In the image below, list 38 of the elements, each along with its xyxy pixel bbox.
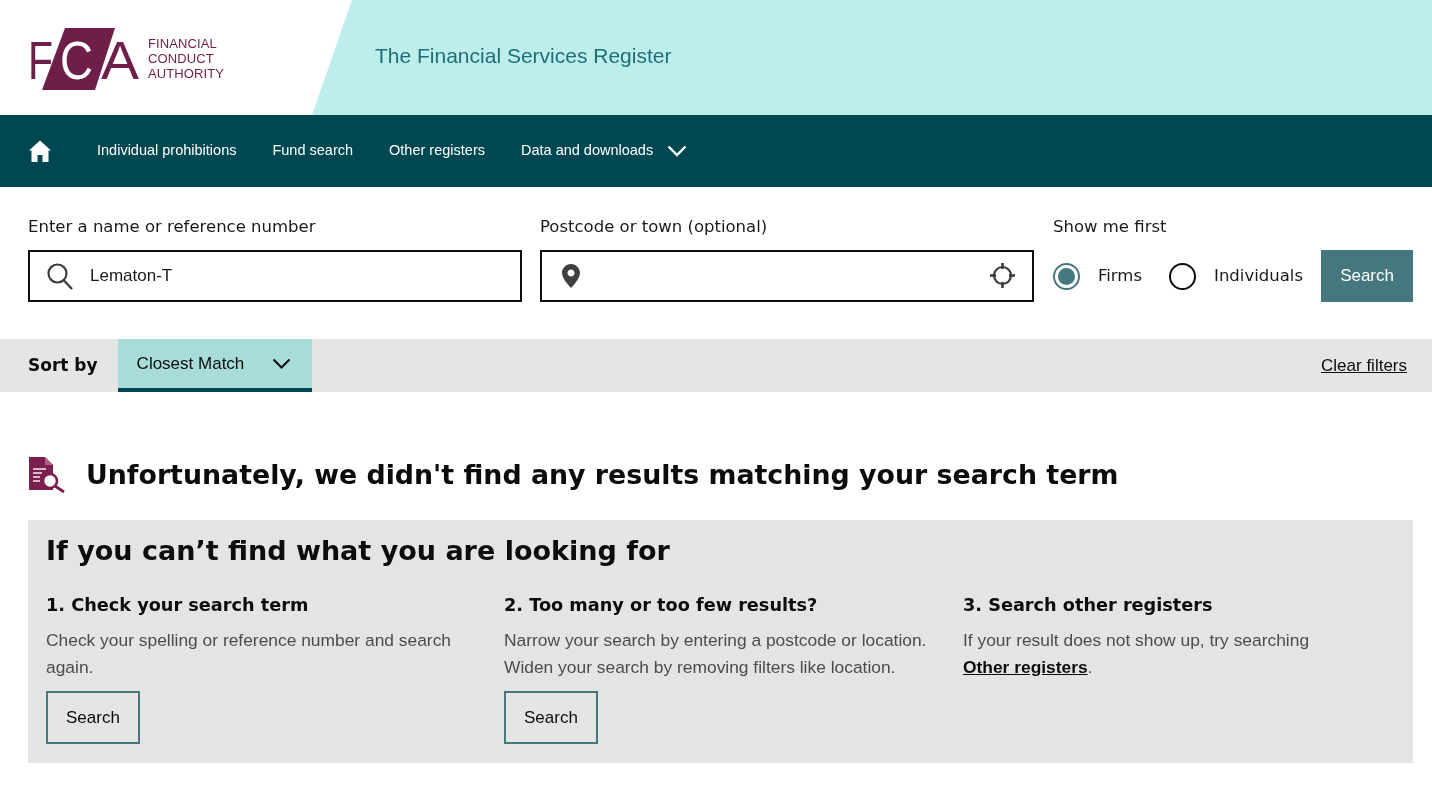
location-field[interactable]: [540, 250, 1034, 302]
field-label: Postcode or town (optional): [540, 216, 768, 238]
fca-logo: FCA: [28, 27, 141, 90]
search-button[interactable]: Search: [1321, 250, 1413, 302]
logo-wordmark: FINANCIAL CONDUCT AUTHORITY: [148, 36, 225, 81]
other-registers-link[interactable]: Other registers: [963, 657, 1088, 677]
help-text: Check your spelling or reference number and search again.: [46, 629, 453, 679]
help-heading: 2. Too many or too few results?: [504, 594, 818, 617]
chevron-down-icon: [667, 145, 688, 157]
document-search-icon: [28, 457, 66, 493]
help-heading: 3. Search other registers: [963, 594, 1213, 617]
nav-link[interactable]: Other registers: [389, 140, 485, 162]
radio-button[interactable]: [1053, 262, 1080, 290]
site-title: The Financial Services Register: [375, 42, 672, 69]
crosshair-icon[interactable]: [990, 263, 1015, 288]
search-button[interactable]: Search: [46, 691, 140, 744]
radio-button[interactable]: [1169, 262, 1197, 290]
chevron-down-icon: [272, 358, 292, 369]
home-icon[interactable]: [29, 140, 51, 162]
search-field[interactable]: Lematon-T: [28, 250, 522, 302]
nav-dropdown[interactable]: Data and downloads: [520, 140, 688, 162]
help-title: If you can’t find what you are looking for: [46, 535, 670, 567]
sort-dropdown[interactable]: Closest Match: [117, 339, 313, 392]
results-message: Unfortunately, we didn't find any results matching your search term: [86, 458, 1119, 492]
group-label: Show me first: [1053, 216, 1167, 238]
help-heading: 1. Check your search term: [46, 594, 309, 617]
search-button[interactable]: Search: [504, 691, 598, 744]
clear-filters-link[interactable]: Clear filters: [1321, 352, 1407, 379]
search-icon: [47, 263, 73, 290]
field-label: Enter a name or reference number: [28, 216, 316, 238]
radio-label: Individuals: [1214, 264, 1303, 287]
help-text: Narrow your search by entering a postcode or location. Widen your search by removing filters like location.: [504, 629, 928, 679]
nav-link[interactable]: Fund search: [272, 140, 354, 162]
nav-link[interactable]: Individual prohibitions: [97, 140, 237, 162]
help-text: If your result does not show up, try searching Other registers.: [963, 629, 1311, 679]
sort-label: Sort by: [28, 353, 98, 377]
map-pin-icon: [562, 264, 580, 288]
radio-label: Firms: [1098, 264, 1143, 287]
